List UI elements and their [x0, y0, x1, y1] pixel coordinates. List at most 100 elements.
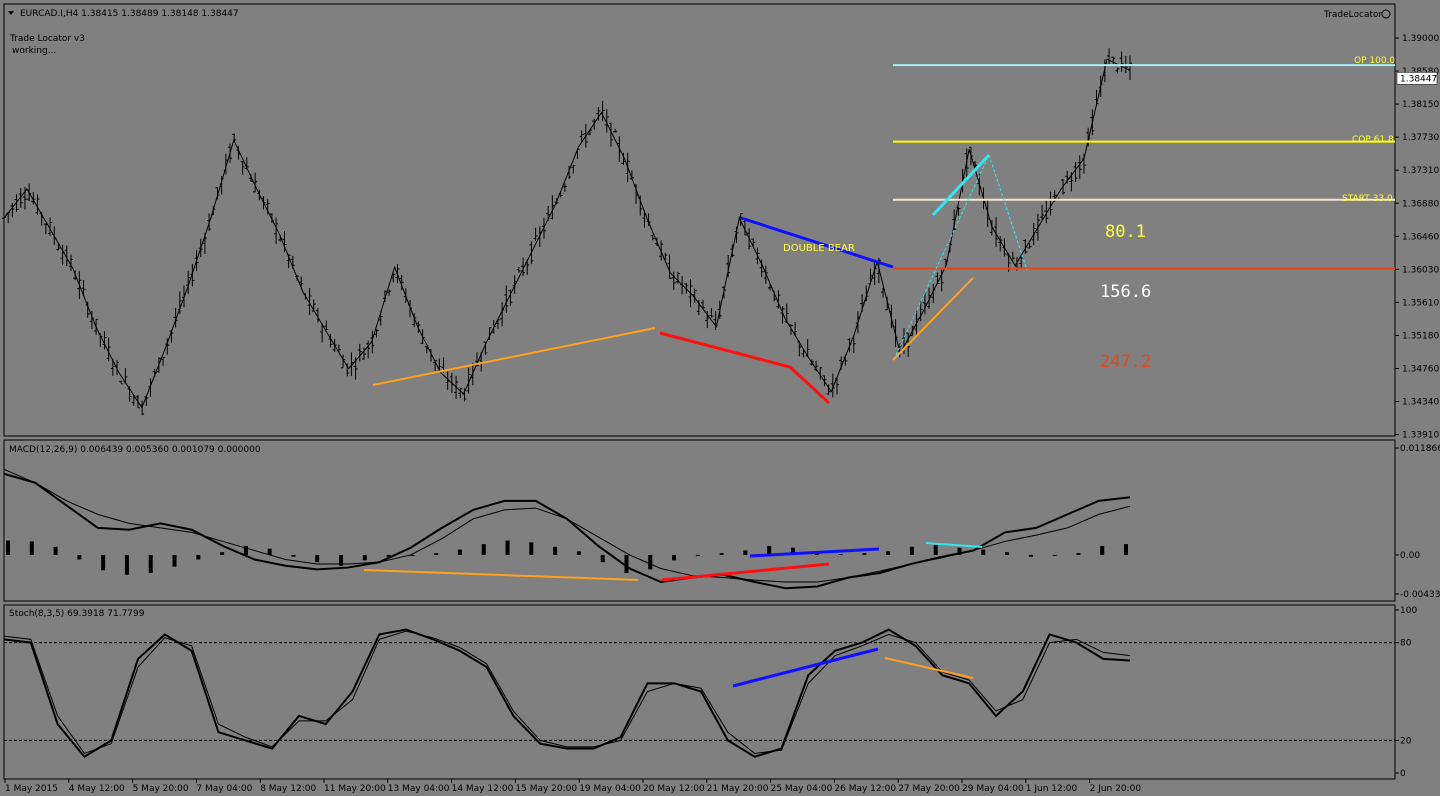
macd-histogram-bar	[77, 554, 82, 560]
time-tick-label: 11 May 20:00	[324, 784, 386, 794]
stoch-title: Stoch(8,3,5) 69.3918 71.7799	[9, 609, 145, 619]
macd-orange-div	[363, 569, 639, 581]
num2-label: 156.6	[1100, 282, 1151, 302]
price-tick-label: 1.38150	[1402, 100, 1439, 110]
dropdown-triangle-icon[interactable]	[8, 11, 14, 15]
macd-histogram-bar	[695, 554, 700, 556]
macd-histogram-bar	[743, 550, 748, 555]
time-tick-label: 21 May 20:00	[707, 784, 769, 794]
macd-histogram-bar	[457, 549, 462, 555]
symbol-line: EURCAD.I,H4 1.38415 1.38489 1.38148 1.38…	[20, 9, 239, 19]
macd-histogram-bar	[719, 553, 724, 555]
cyan-trendline	[931, 153, 991, 217]
op-label: OP 100.0	[1354, 56, 1395, 66]
current-price-label: 1.38447	[1400, 74, 1437, 84]
axes-group: 1.390001.385801.381501.377301.373101.368…	[4, 34, 1440, 794]
macd-histogram-bar	[648, 554, 653, 570]
macd-histogram-bar	[1005, 552, 1010, 555]
time-tick-label: 20 May 12:00	[643, 784, 705, 794]
settings-circle-icon[interactable]	[1381, 9, 1391, 19]
stoch-main-line	[3, 628, 1131, 759]
time-tick-label: 13 May 04:00	[388, 784, 450, 794]
macd-histogram-bar	[1124, 544, 1128, 555]
macd-histogram-bar	[576, 551, 581, 555]
time-tick-label: 7 May 04:00	[196, 784, 252, 794]
time-tick-label: 14 May 12:00	[452, 784, 514, 794]
macd-histogram-bar	[1052, 554, 1057, 556]
macd-histogram-bar	[315, 554, 320, 563]
price-tick-label: 1.35610	[1402, 298, 1439, 308]
chart-canvas[interactable]: 1.390001.385801.381501.377301.373101.368…	[0, 0, 1440, 796]
price-tick-label: 1.37310	[1402, 166, 1439, 176]
time-tick-label: 1 May 2015	[5, 784, 58, 794]
stoch-tick-label: 20	[1400, 736, 1412, 746]
price-tick-label: 1.35180	[1402, 331, 1439, 341]
macd-histogram-bar	[29, 541, 34, 555]
price-tick-label: 1.34340	[1402, 398, 1439, 408]
macd-histogram-bar	[838, 554, 843, 556]
macd-histogram-bar	[220, 552, 225, 555]
stoch-tick-label: 80	[1400, 639, 1412, 649]
start-label: START 33.0	[1342, 194, 1393, 204]
macd-histogram-bar	[600, 554, 605, 563]
macd-group	[3, 468, 1131, 590]
time-tick-label: 27 May 20:00	[898, 784, 960, 794]
cyan-dashed-leg	[895, 154, 990, 356]
time-tick-label: 19 May 04:00	[579, 784, 641, 794]
macd-histogram-bar	[481, 544, 486, 555]
macd-tick-label: -0.004333	[1400, 590, 1440, 600]
macd-histogram-bar	[981, 549, 986, 555]
macd-red-div	[661, 562, 830, 582]
macd-histogram-bar	[1076, 553, 1081, 555]
macd-histogram-bar	[862, 553, 867, 555]
macd-histogram-bar	[434, 553, 439, 555]
macd-histogram-bar	[6, 540, 10, 555]
macd-histogram-bar	[196, 554, 201, 560]
macd-histogram-bar	[148, 554, 153, 573]
tradelocator-label: TradeLocator	[1323, 10, 1383, 20]
macd-histogram-bar	[172, 554, 177, 567]
macd-histogram-bar	[505, 540, 510, 555]
macd-histogram-bar	[1100, 545, 1105, 555]
macd-title: MACD(12,26,9) 0.006439 0.005360 0.001079…	[9, 445, 261, 455]
zigzag-line	[3, 58, 1131, 409]
price-tick-label: 1.36030	[1402, 265, 1439, 275]
price-tick-label: 1.36460	[1402, 232, 1439, 242]
macd-histogram-bar	[1028, 554, 1033, 557]
num1-label: 80.1	[1105, 222, 1146, 242]
orange-trendline-1	[372, 327, 656, 386]
indicator-name: Trade Locator v3	[9, 34, 85, 44]
num3-label: 247.2	[1100, 352, 1151, 372]
stoch-tick-label: 0	[1400, 769, 1406, 779]
macd-histogram-bar	[886, 551, 891, 555]
overlay-group	[372, 64, 1395, 405]
time-tick-label: 4 May 12:00	[69, 784, 125, 794]
time-tick-label: 15 May 20:00	[515, 784, 577, 794]
price-tick-label: 1.36880	[1402, 199, 1439, 209]
price-panel-frame	[3, 3, 1396, 437]
macd-histogram-bar	[362, 554, 367, 561]
macd-histogram-bar	[909, 546, 914, 555]
time-tick-label: 8 May 12:00	[260, 784, 316, 794]
candles-group	[2, 48, 1132, 416]
macd-main-line	[3, 472, 1131, 590]
time-tick-label: 5 May 20:00	[133, 784, 189, 794]
cop-label: COP 61.8	[1352, 135, 1394, 145]
macd-histogram-bar	[624, 554, 629, 573]
time-tick-label: 29 May 04:00	[962, 784, 1024, 794]
price-tick-label: 1.34760	[1402, 365, 1439, 375]
macd-histogram-bar	[529, 542, 534, 555]
time-tick-label: 1 Jun 12:00	[1026, 784, 1078, 794]
macd-histogram-bar	[553, 546, 558, 555]
stoch-signal-line	[3, 630, 1131, 755]
macd-histogram-bar	[124, 554, 129, 575]
macd-histogram-bar	[933, 545, 938, 555]
macd-histogram-bar	[101, 554, 106, 571]
macd-histogram-bar	[672, 554, 677, 561]
time-tick-label: 2 Jun 20:00	[1090, 784, 1142, 794]
red-trendline	[659, 331, 831, 405]
macd-histogram-bar	[291, 554, 296, 557]
price-tick-label: 1.37730	[1402, 133, 1439, 143]
macd-tick-label: 0.011866	[1400, 444, 1440, 454]
stoch-group	[3, 628, 1395, 759]
